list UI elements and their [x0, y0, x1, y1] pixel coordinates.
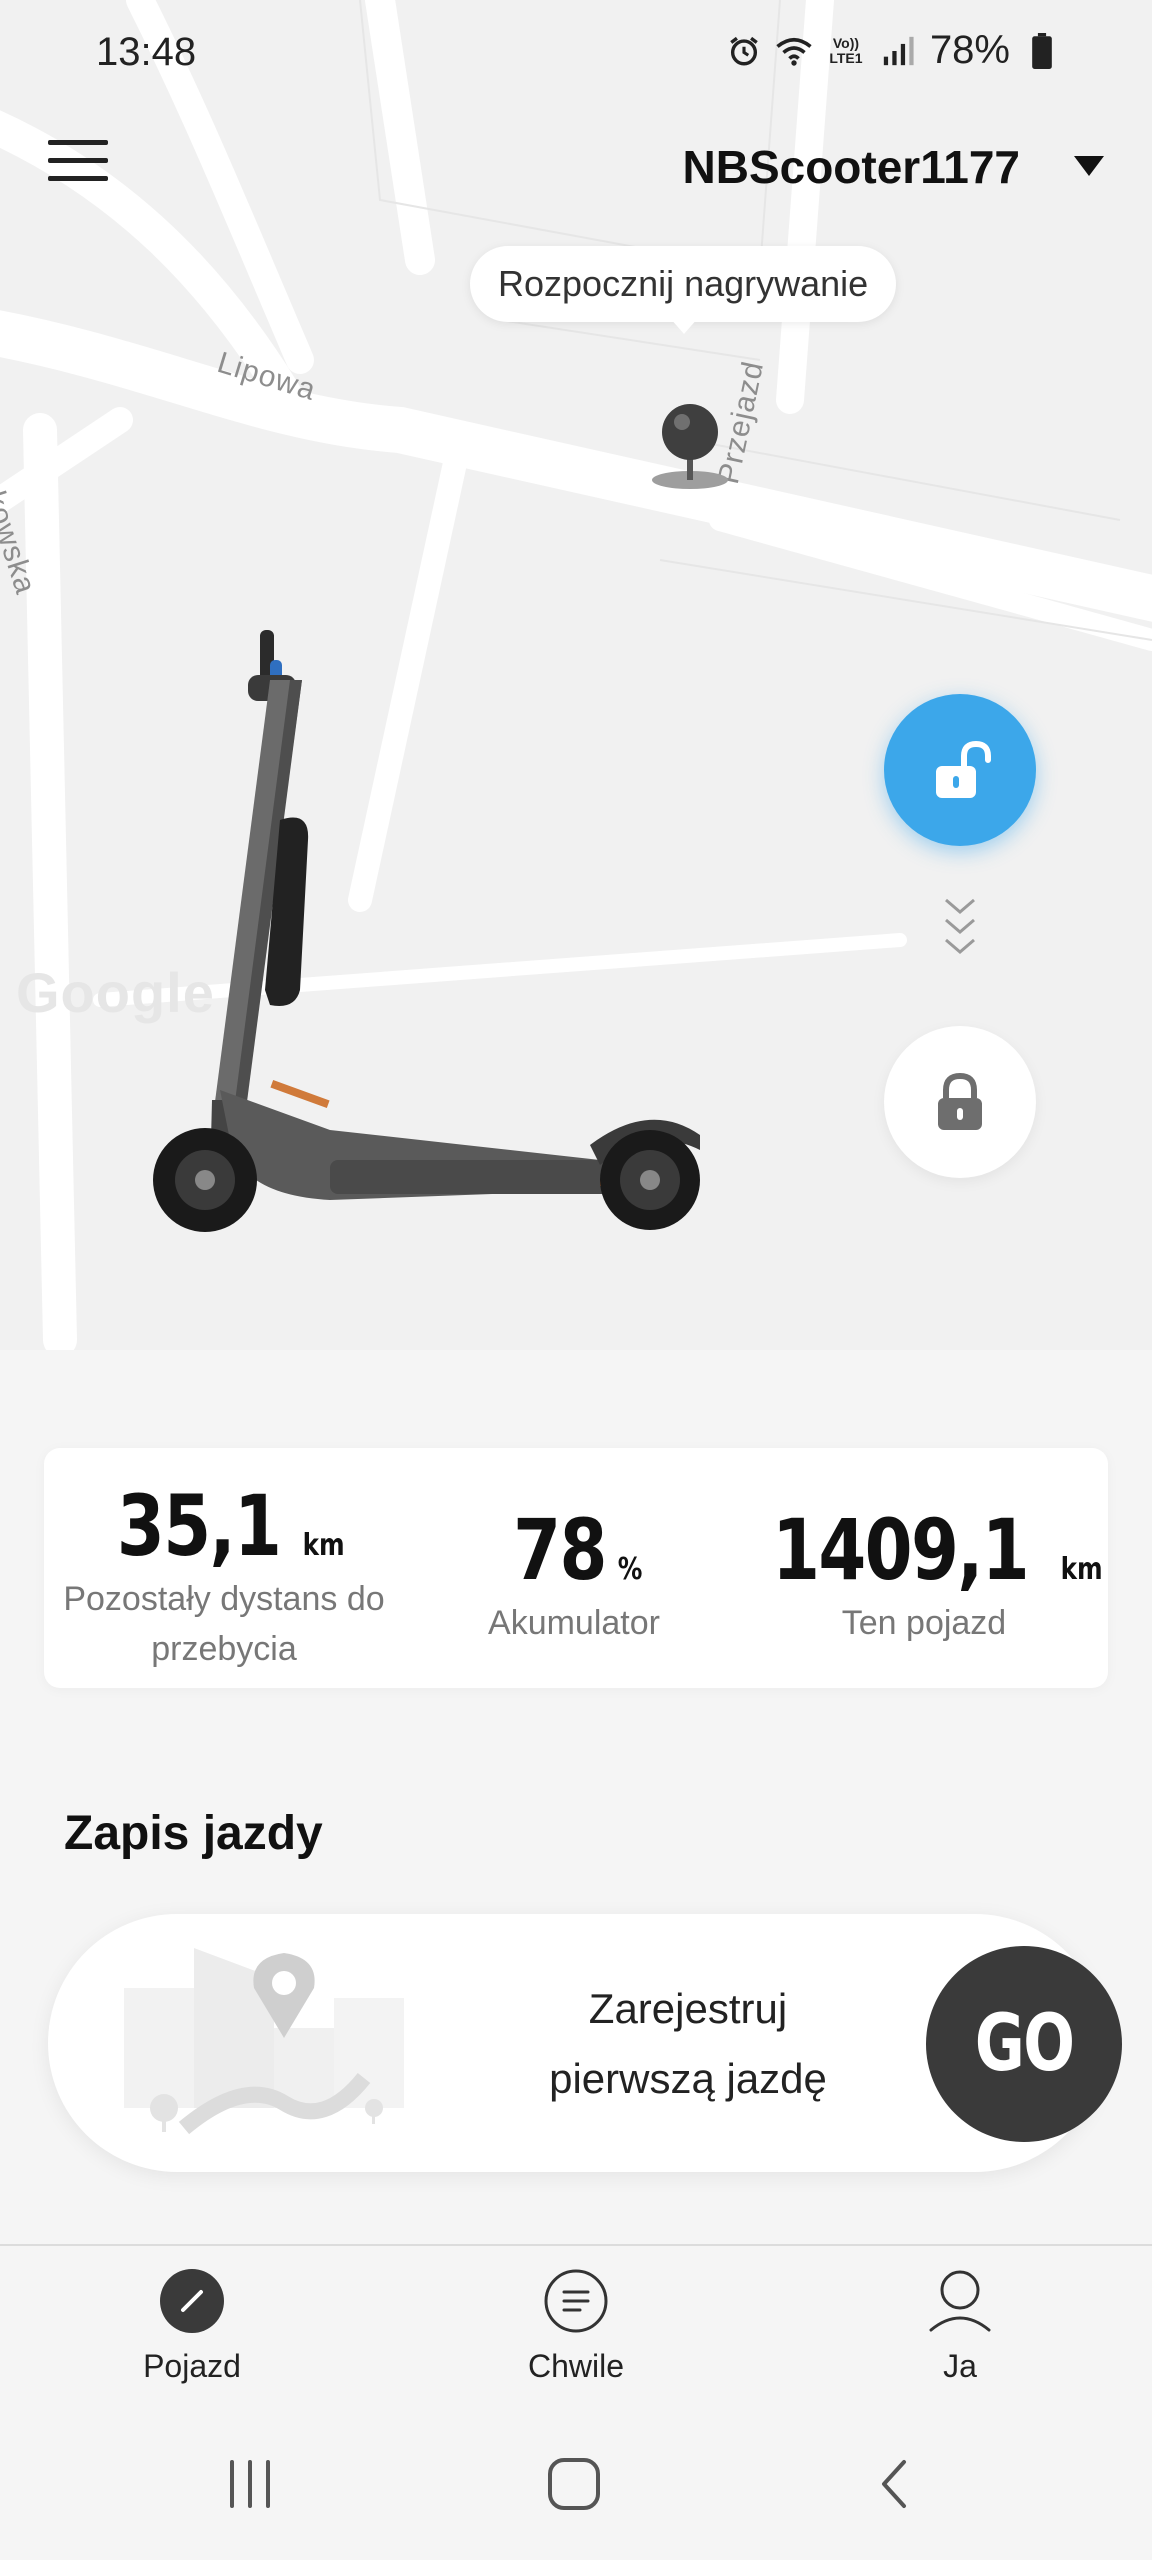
network-type: Vo)) LTE1: [829, 34, 863, 66]
unlock-button[interactable]: [884, 694, 1036, 846]
stat-odometer: 1409,1 km Ten pojazd: [744, 1508, 1104, 1648]
profile-tab-icon: [929, 2270, 991, 2332]
recent-apps-icon[interactable]: [220, 2454, 280, 2514]
moments-tab-icon: [544, 2269, 608, 2333]
route-illustration-icon: [124, 1948, 404, 2135]
ride-prompt-line2: pierwszą jazdę: [549, 2055, 827, 2102]
chevron-down-icon: [945, 898, 975, 954]
lock-button[interactable]: [884, 1026, 1036, 1178]
menu-icon[interactable]: [48, 136, 112, 186]
start-recording-tooltip[interactable]: Rozpocznij nagrywanie: [470, 246, 897, 322]
bottom-nav: Pojazd Chwile Ja: [0, 2244, 1152, 2414]
ride-section-title: Zapis jazdy: [64, 1807, 323, 1860]
device-name-selector[interactable]: NBScooter1177: [683, 140, 1021, 194]
battery-icon: [1024, 32, 1060, 69]
status-time: 13:48: [96, 30, 197, 74]
tab-pojazd[interactable]: Pojazd: [92, 2268, 292, 2385]
system-nav-bar: [0, 2414, 1152, 2560]
unlock-icon: [936, 740, 991, 798]
battery-value: 78: [512, 1501, 607, 1599]
location-pin-icon: [652, 404, 728, 489]
wifi-icon: [776, 33, 812, 69]
go-button-label: GO: [974, 1999, 1075, 2089]
range-label: Pozostały dystans do przebycia: [63, 1580, 385, 1668]
tab-pojazd-label: Pojazd: [143, 2348, 241, 2384]
odometer-unit: km: [1060, 1552, 1103, 1587]
go-button[interactable]: GO: [926, 1946, 1122, 2142]
stats-card: 35,1 km Pozostały dystans do przebycia 78…: [44, 1448, 1108, 1688]
battery-percent: 78%: [929, 28, 1010, 72]
ride-record-card[interactable]: Zarejestruj pierwszą jazdę GO: [48, 1914, 1122, 2172]
tab-ja-label: Ja: [943, 2348, 977, 2384]
battery-label: Akumulator: [488, 1604, 660, 1642]
tab-chwile-label: Chwile: [527, 2348, 625, 2384]
app-screen: Lipowa Przejazd Krakowska Google 13:48 V…: [0, 0, 1152, 2560]
range-unit: km: [302, 1528, 345, 1563]
scooter-image: [153, 630, 700, 1232]
alarm-icon: [726, 33, 762, 69]
tab-ja[interactable]: Ja: [860, 2268, 1060, 2385]
status-bar: 13:48 Vo)) LTE1 78%: [0, 0, 1152, 110]
odometer-label: Ten pojazd: [841, 1604, 1007, 1642]
stat-range: 35,1 km Pozostały dystans do przebycia: [44, 1484, 404, 1674]
caret-down-icon[interactable]: [1074, 156, 1104, 176]
status-icons: Vo)) LTE1 78%: [726, 28, 1060, 73]
lock-icon: [938, 1072, 982, 1130]
tooltip-tail: [670, 318, 698, 334]
signal-icon: [880, 33, 916, 69]
scooter-tab-icon: [160, 2269, 224, 2333]
tab-chwile[interactable]: Chwile: [476, 2268, 676, 2385]
ride-prompt-line1: Zarejestruj: [588, 1985, 788, 2032]
ride-prompt: Zarejestruj pierwszą jazdę: [468, 1974, 908, 2114]
odometer-value: 1409,1: [772, 1501, 1030, 1599]
home-icon[interactable]: [544, 2454, 604, 2514]
battery-unit: %: [618, 1552, 643, 1587]
stat-battery: 78% Akumulator: [424, 1508, 724, 1648]
back-icon[interactable]: [866, 2454, 926, 2514]
range-value: 35,1: [116, 1477, 282, 1575]
